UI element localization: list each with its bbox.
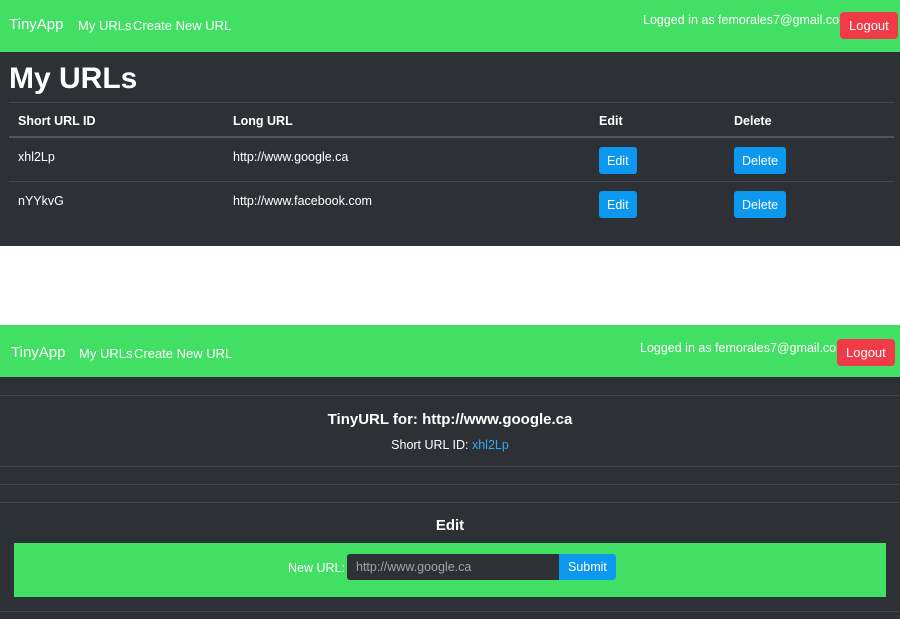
short-url-id-label: Short URL ID: — [391, 438, 469, 452]
short-url-id-line: Short URL ID: xhl2Lp — [0, 438, 900, 452]
short-url-id-cell: xhl2Lp — [18, 150, 55, 164]
table-header: Short URL ID Long URL Edit Delete — [9, 102, 894, 138]
long-url-cell: http://www.facebook.com — [233, 194, 372, 208]
tinyurl-title: TinyURL for: http://www.google.ca — [327, 411, 573, 428]
brand-link[interactable]: TinyApp — [9, 16, 63, 33]
navbar: TinyApp My URLs Create New URL Logged in… — [0, 0, 900, 52]
short-url-id-link[interactable]: xhl2Lp — [472, 438, 509, 452]
divider — [0, 466, 900, 467]
short-url-id-cell: nYYkvG — [18, 194, 64, 208]
edit-url-form: New URL: Submit — [14, 543, 886, 597]
logged-in-text: Logged in as femorales7@gmail.com — [643, 13, 850, 27]
column-header-short-url-id: Short URL ID — [18, 114, 96, 128]
nav-my-urls[interactable]: My URLs — [79, 346, 132, 361]
logged-in-text: Logged in as femorales7@gmail.com — [640, 341, 847, 355]
divider — [0, 484, 900, 485]
page-title: My URLs — [9, 62, 138, 95]
table-row: nYYkvG http://www.facebook.com Edit Dele… — [9, 182, 894, 226]
submit-button[interactable]: Submit — [559, 554, 616, 580]
logout-button[interactable]: Logout — [840, 12, 898, 39]
new-url-label: New URL: — [288, 561, 345, 575]
divider — [0, 502, 900, 503]
urls-table: Short URL ID Long URL Edit Delete xhl2Lp… — [9, 102, 894, 226]
nav-my-urls[interactable]: My URLs — [78, 18, 131, 33]
table-row: xhl2Lp http://www.google.ca Edit Delete — [9, 138, 894, 182]
column-header-edit: Edit — [599, 114, 623, 128]
nav-create-new-url[interactable]: Create New URL — [134, 346, 232, 361]
brand-link[interactable]: TinyApp — [11, 344, 65, 361]
delete-button[interactable]: Delete — [734, 191, 787, 218]
divider — [0, 611, 900, 612]
divider — [0, 395, 900, 396]
long-url-cell: http://www.google.ca — [233, 150, 349, 164]
logout-button[interactable]: Logout — [837, 339, 895, 366]
edit-button[interactable]: Edit — [599, 191, 637, 218]
new-url-input[interactable] — [347, 554, 559, 580]
my-urls-screen: TinyApp My URLs Create New URL Logged in… — [0, 0, 900, 246]
edit-heading: Edit — [435, 517, 465, 534]
nav-create-new-url[interactable]: Create New URL — [133, 18, 231, 33]
url-detail-screen: TinyApp My URLs Create New URL Logged in… — [0, 325, 900, 619]
column-header-long-url: Long URL — [233, 114, 293, 128]
edit-button[interactable]: Edit — [599, 147, 637, 174]
navbar: TinyApp My URLs Create New URL Logged in… — [0, 325, 900, 377]
column-header-delete: Delete — [734, 114, 772, 128]
delete-button[interactable]: Delete — [734, 147, 787, 174]
